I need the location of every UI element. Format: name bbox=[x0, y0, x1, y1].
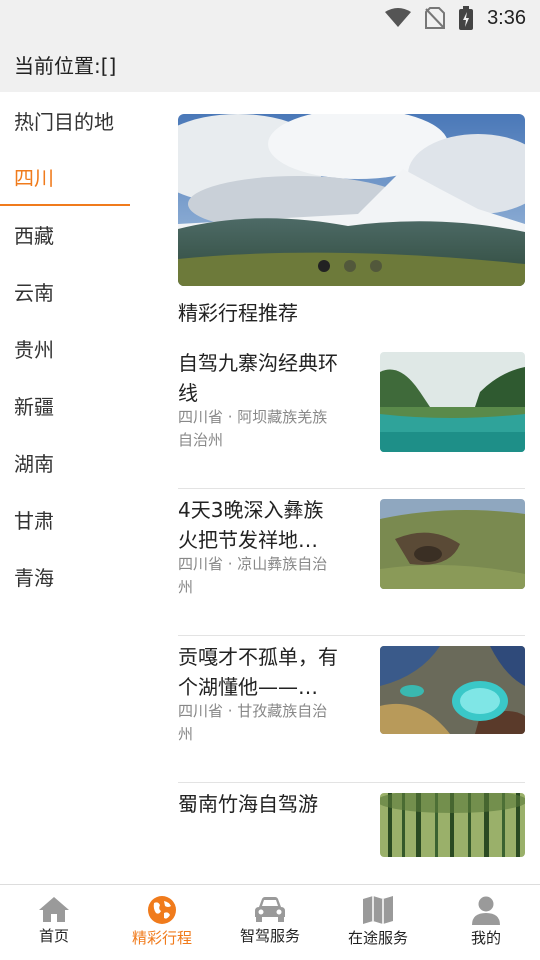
nav-smart-drive-label: 智驾服务 bbox=[239, 927, 300, 945]
location-bar: 当前位置:[] bbox=[0, 36, 540, 92]
trip-item[interactable]: 自驾九寨沟经典环线 四川省 · 阿坝藏族羌族自治州 bbox=[178, 342, 525, 489]
sidebar-item-yunnan[interactable]: 云南 bbox=[0, 263, 130, 320]
sidebar-item-label: 贵州 bbox=[14, 338, 54, 362]
sidebar-item-label: 四川 bbox=[14, 166, 54, 190]
nav-mine-label: 我的 bbox=[470, 929, 501, 947]
sidebar: 热门目的地 四川 西藏 云南 贵州 新疆 湖南 甘肃 青海 bbox=[0, 92, 130, 884]
map-icon bbox=[363, 896, 393, 924]
user-icon bbox=[472, 896, 500, 925]
trip-location: 四川省 · 凉山彝族自治州 bbox=[178, 555, 328, 596]
main-content: 精彩行程推荐 自驾九寨沟经典环线 四川省 · 阿坝藏族羌族自治州 4天3晚深入彝… bbox=[130, 92, 540, 884]
nav-trips-label: 精彩行程 bbox=[131, 929, 192, 947]
home-icon bbox=[39, 897, 69, 922]
sidebar-item-label: 西藏 bbox=[14, 224, 54, 248]
sidebar-item-label: 云南 bbox=[14, 281, 54, 305]
trip-thumbnail bbox=[380, 793, 525, 857]
sidebar-item-sichuan[interactable]: 四川 bbox=[0, 149, 130, 206]
no-sim-icon bbox=[425, 7, 446, 29]
status-bar: 3:36 bbox=[0, 0, 540, 36]
carousel-dot[interactable] bbox=[344, 260, 356, 272]
nav-home-label: 首页 bbox=[38, 927, 69, 945]
trip-location: 四川省 · 甘孜藏族自治州 bbox=[178, 702, 328, 743]
sidebar-item-guizhou[interactable]: 贵州 bbox=[0, 320, 130, 377]
trip-title: 4天3晚深入彝族火把节发祥地… bbox=[178, 498, 324, 552]
battery-charging-icon bbox=[459, 6, 474, 30]
sidebar-item-label: 热门目的地 bbox=[14, 110, 114, 134]
nav-onroad-label: 在途服务 bbox=[347, 929, 408, 947]
sidebar-item-label: 青海 bbox=[14, 566, 54, 590]
sidebar-item-label: 湖南 bbox=[14, 452, 54, 476]
sidebar-item-hunan[interactable]: 湖南 bbox=[0, 434, 130, 491]
trip-thumbnail bbox=[380, 352, 525, 452]
trip-title: 自驾九寨沟经典环线 bbox=[178, 351, 338, 405]
trip-title: 蜀南竹海自驾游 bbox=[178, 792, 318, 816]
nav-home[interactable]: 首页 bbox=[0, 885, 108, 960]
car-icon bbox=[255, 897, 285, 922]
carousel-dots bbox=[318, 260, 382, 272]
nav-smart-drive[interactable]: 智驾服务 bbox=[216, 885, 324, 960]
globe-icon bbox=[148, 896, 176, 924]
carousel-dot-active[interactable] bbox=[318, 260, 330, 272]
trip-item[interactable]: 4天3晚深入彝族火把节发祥地… 四川省 · 凉山彝族自治州 bbox=[178, 489, 525, 636]
carousel-dot[interactable] bbox=[370, 260, 382, 272]
sidebar-item-gansu[interactable]: 甘肃 bbox=[0, 491, 130, 548]
sidebar-item-qinghai[interactable]: 青海 bbox=[0, 548, 130, 605]
trip-location: 四川省 · 阿坝藏族羌族自治州 bbox=[178, 408, 328, 449]
trip-title: 贡嘎才不孤单，有个湖懂他——… bbox=[178, 645, 338, 699]
location-label: 当前位置:[] bbox=[14, 53, 117, 78]
section-title: 精彩行程推荐 bbox=[178, 301, 298, 325]
sidebar-item-tibet[interactable]: 西藏 bbox=[0, 206, 130, 263]
trip-item[interactable]: 贡嘎才不孤单，有个湖懂他——… 四川省 · 甘孜藏族自治州 bbox=[178, 636, 525, 783]
banner-carousel[interactable] bbox=[178, 114, 525, 286]
nav-mine[interactable]: 我的 bbox=[432, 885, 540, 960]
sidebar-item-label: 甘肃 bbox=[14, 509, 54, 533]
sidebar-item-xinjiang[interactable]: 新疆 bbox=[0, 377, 130, 434]
trip-thumbnail bbox=[380, 499, 525, 589]
sidebar-item-hot[interactable]: 热门目的地 bbox=[0, 92, 130, 149]
wifi-icon bbox=[385, 8, 412, 28]
sidebar-item-label: 新疆 bbox=[14, 395, 54, 419]
nav-onroad[interactable]: 在途服务 bbox=[324, 885, 432, 960]
status-time: 3:36 bbox=[487, 6, 526, 29]
trip-item[interactable]: 蜀南竹海自驾游 bbox=[178, 783, 525, 884]
bottom-nav: 首页 精彩行程 智驾服务 在途服务 我的 bbox=[0, 884, 540, 960]
trip-thumbnail bbox=[380, 646, 525, 734]
nav-trips[interactable]: 精彩行程 bbox=[108, 885, 216, 960]
